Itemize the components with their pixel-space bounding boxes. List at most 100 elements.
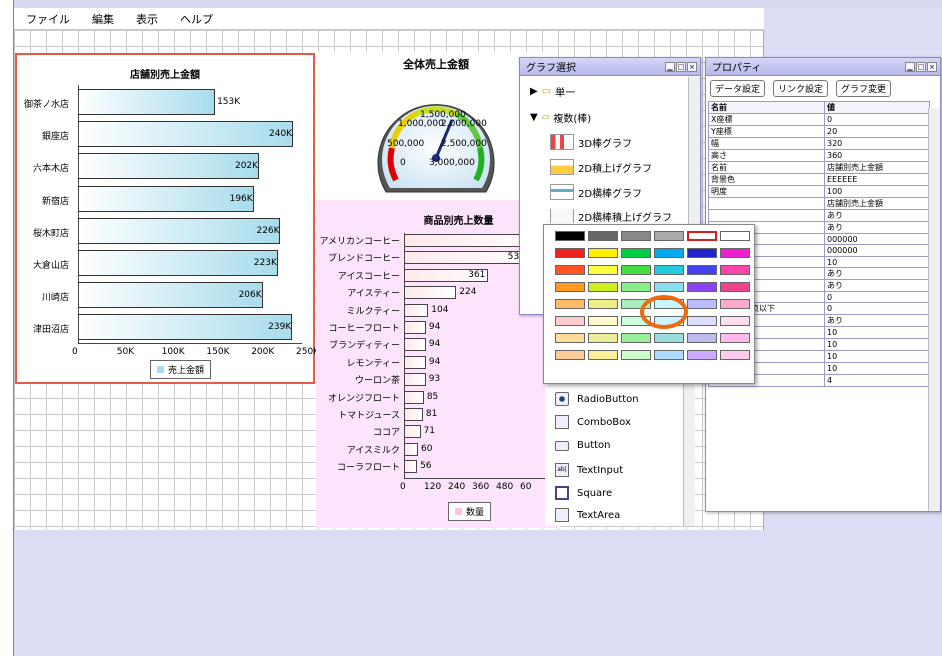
- property-value[interactable]: 0: [824, 291, 930, 303]
- restore-icon[interactable]: □: [916, 61, 926, 72]
- property-value[interactable]: あり: [824, 209, 930, 222]
- color-swatch[interactable]: [720, 299, 750, 309]
- color-swatch[interactable]: [687, 316, 717, 326]
- property-row[interactable]: 店舗別売上金額: [708, 197, 930, 210]
- property-value[interactable]: 10: [824, 326, 930, 339]
- property-value[interactable]: 360: [824, 149, 930, 162]
- color-swatch[interactable]: [588, 248, 618, 258]
- tree-single[interactable]: ▶ ▭ 単一: [530, 84, 575, 99]
- color-swatch[interactable]: [687, 350, 717, 360]
- menu-help[interactable]: ヘルプ: [180, 11, 213, 27]
- product-bar[interactable]: [404, 390, 424, 404]
- color-swatch[interactable]: [621, 265, 651, 275]
- color-swatch[interactable]: [621, 248, 651, 258]
- color-swatch[interactable]: [720, 231, 750, 241]
- property-value[interactable]: 10: [824, 362, 930, 375]
- product-bar[interactable]: [404, 460, 418, 474]
- product-bar[interactable]: [404, 425, 421, 439]
- tool-combobox[interactable]: ComboBox: [555, 415, 631, 429]
- property-row[interactable]: 明度 100: [708, 185, 930, 198]
- property-value[interactable]: 000000: [824, 244, 930, 257]
- color-swatch[interactable]: [588, 299, 618, 309]
- props-panel-titlebar[interactable]: プロパティ ▁ □ ×: [706, 58, 940, 76]
- color-swatch[interactable]: [720, 333, 750, 343]
- property-value[interactable]: あり: [824, 221, 930, 234]
- color-swatch[interactable]: [687, 248, 717, 258]
- color-swatch[interactable]: [555, 282, 585, 292]
- tool-textarea[interactable]: TextArea: [555, 508, 620, 522]
- property-value[interactable]: あり: [824, 279, 930, 292]
- property-value[interactable]: 100: [824, 185, 930, 198]
- tool-button[interactable]: Button: [555, 440, 611, 451]
- graph-item-2d-stacked[interactable]: 2D積上げグラフ: [550, 159, 652, 175]
- store-bar[interactable]: [78, 89, 216, 115]
- color-swatch[interactable]: [621, 231, 651, 241]
- product-bar[interactable]: [404, 286, 457, 300]
- color-swatch[interactable]: [687, 282, 717, 292]
- color-swatch[interactable]: [555, 231, 585, 241]
- color-swatch[interactable]: [687, 333, 717, 343]
- property-value[interactable]: EEEEEE: [824, 173, 930, 186]
- store-bar[interactable]: [78, 250, 278, 276]
- color-swatch[interactable]: [654, 265, 684, 275]
- store-sales-chart[interactable]: 店舗別売上金額 御茶ノ水店 153K 銀座店 240K 六本木店 202K 新宿店 196K 桜…: [15, 53, 319, 384]
- color-swatch[interactable]: [555, 265, 585, 275]
- color-swatch[interactable]: [555, 333, 585, 343]
- property-row[interactable]: あり: [708, 209, 930, 222]
- tree-multi[interactable]: ▼ ▱ 複数(棒): [530, 110, 591, 125]
- store-bar[interactable]: [78, 314, 293, 341]
- menu-edit[interactable]: 編集: [92, 11, 114, 27]
- property-row[interactable]: 名前 店舗別売上金額: [708, 161, 930, 174]
- product-bar[interactable]: [404, 442, 418, 456]
- property-value[interactable]: 320: [824, 137, 930, 150]
- product-bar[interactable]: [404, 303, 429, 317]
- property-row[interactable]: Y座標 20: [708, 125, 930, 138]
- property-value[interactable]: 10: [824, 256, 930, 268]
- property-row[interactable]: 高さ 360: [708, 149, 930, 162]
- graph-panel-titlebar[interactable]: グラフ選択 ▁ □ ×: [520, 58, 700, 76]
- product-bar[interactable]: [404, 321, 426, 334]
- product-bar[interactable]: [404, 408, 423, 421]
- color-swatch[interactable]: [588, 282, 618, 292]
- color-swatch[interactable]: [654, 333, 684, 343]
- color-swatch[interactable]: [687, 231, 717, 241]
- product-bar[interactable]: [404, 373, 426, 387]
- menu-view[interactable]: 表示: [136, 11, 158, 27]
- color-swatch[interactable]: [621, 350, 651, 360]
- product-bar[interactable]: [404, 355, 426, 369]
- color-swatch[interactable]: [588, 333, 618, 343]
- data-settings-button[interactable]: データ設定: [710, 80, 766, 97]
- property-value[interactable]: 000000: [824, 233, 930, 245]
- color-swatch[interactable]: [588, 231, 618, 241]
- property-value[interactable]: 4: [824, 374, 930, 387]
- tool-list-scrollbar[interactable]: [683, 384, 695, 526]
- property-value[interactable]: 20: [824, 125, 930, 138]
- store-bar[interactable]: [78, 185, 254, 212]
- color-swatch[interactable]: [555, 350, 585, 360]
- minimize-icon[interactable]: ▁: [905, 61, 915, 72]
- property-value[interactable]: 店舗別売上金額: [824, 197, 930, 210]
- graph-item-2d-horizontal[interactable]: 2D横棒グラフ: [550, 184, 642, 200]
- property-value[interactable]: 店舗別売上金額: [824, 161, 930, 174]
- tool-radiobutton[interactable]: RadioButton: [555, 392, 639, 406]
- color-swatch[interactable]: [720, 316, 750, 326]
- property-value[interactable]: 10: [824, 338, 930, 351]
- color-swatch[interactable]: [588, 316, 618, 326]
- color-swatch[interactable]: [687, 299, 717, 309]
- color-swatch[interactable]: [720, 248, 750, 258]
- color-swatch[interactable]: [654, 231, 684, 241]
- property-row[interactable]: 幅 320: [708, 137, 930, 150]
- color-swatch[interactable]: [687, 265, 717, 275]
- property-value[interactable]: 0: [824, 113, 930, 126]
- store-bar[interactable]: [78, 121, 294, 148]
- close-icon[interactable]: ×: [927, 61, 937, 72]
- color-swatch[interactable]: [555, 248, 585, 258]
- color-swatch[interactable]: [654, 350, 684, 360]
- graph-item-3d-bar[interactable]: 3D棒グラフ: [550, 134, 632, 150]
- color-swatch[interactable]: [720, 265, 750, 275]
- property-value[interactable]: あり: [824, 314, 930, 327]
- store-bar[interactable]: [78, 153, 259, 180]
- restore-icon[interactable]: □: [676, 61, 686, 72]
- property-row[interactable]: X座標 0: [708, 113, 930, 126]
- minimize-icon[interactable]: ▁: [665, 61, 675, 72]
